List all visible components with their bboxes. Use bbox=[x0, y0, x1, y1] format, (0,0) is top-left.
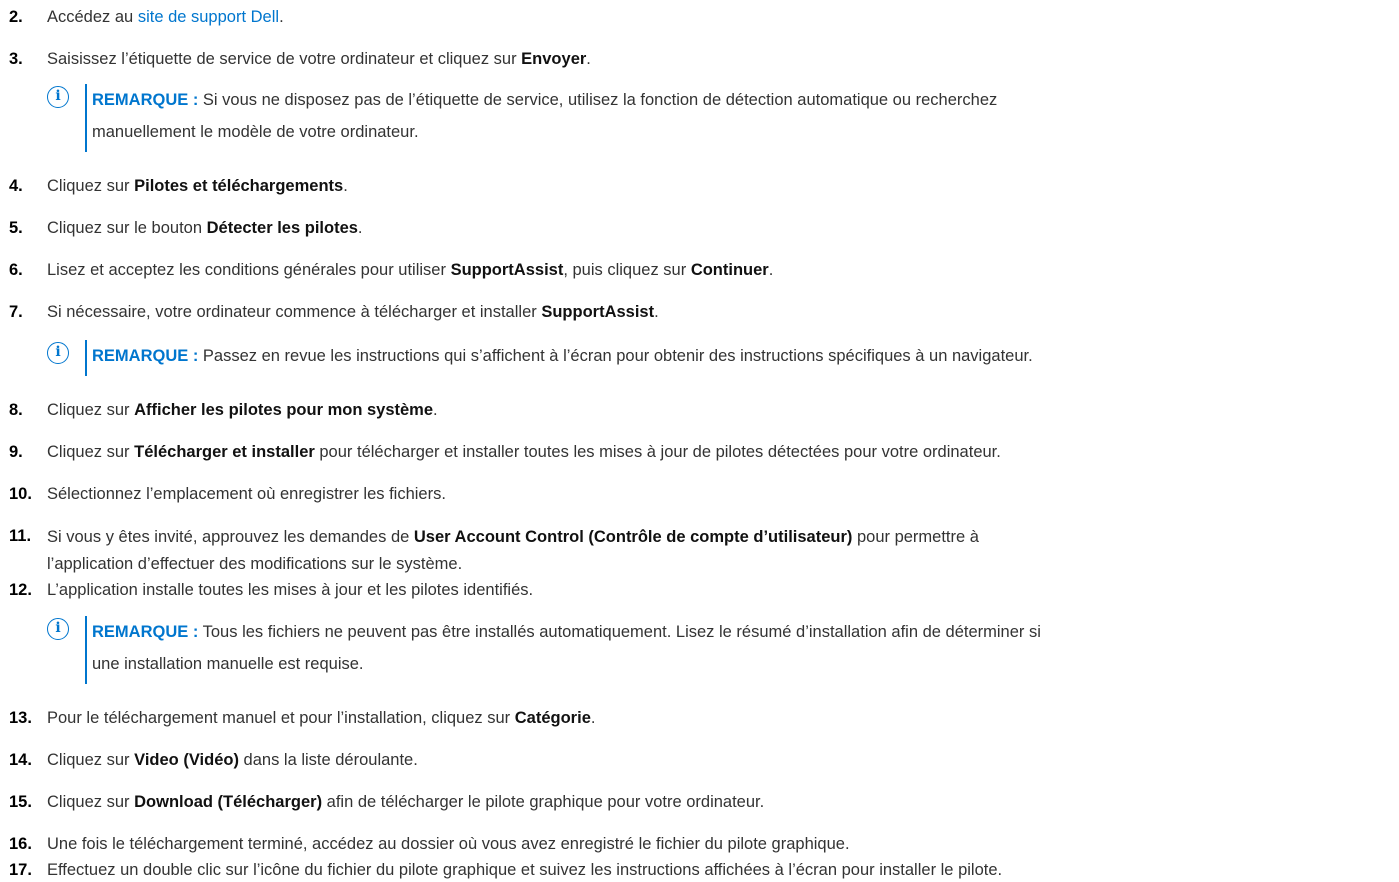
note-bar bbox=[85, 84, 87, 152]
dell-support-link[interactable]: site de support Dell bbox=[138, 8, 279, 26]
step-text: Cliquez sur Download (Télécharger) afin … bbox=[47, 793, 765, 811]
step-number: 3. bbox=[9, 50, 23, 68]
note-label: REMARQUE : bbox=[92, 91, 199, 109]
note-body: REMARQUE : Passez en revue les instructi… bbox=[92, 347, 1033, 365]
step-number: 5. bbox=[9, 219, 23, 237]
step-text: Lisez et acceptez les conditions général… bbox=[47, 261, 774, 279]
step-text: Cliquez sur le bouton Détecter les pilot… bbox=[47, 219, 363, 237]
step-text: Si vous y êtes invité, approuvez les dem… bbox=[47, 528, 979, 573]
note-label: REMARQUE : bbox=[92, 623, 199, 641]
step-text: Cliquez sur Video (Vidéo) dans la liste … bbox=[47, 751, 418, 769]
note-bar bbox=[85, 340, 87, 376]
step-text: Saisissez l’étiquette de service de votr… bbox=[47, 50, 591, 68]
step-text: L’application installe toutes les mises … bbox=[47, 581, 534, 599]
step-number: 12. bbox=[9, 581, 32, 599]
note-body: REMARQUE : Si vous ne disposez pas de l’… bbox=[92, 91, 998, 141]
step-number: 16. bbox=[9, 835, 32, 853]
note-bar bbox=[85, 616, 87, 684]
step-number: 10. bbox=[9, 485, 32, 503]
step-number: 6. bbox=[9, 261, 23, 279]
step-number: 14. bbox=[9, 751, 32, 769]
step-text: Une fois le téléchargement terminé, accé… bbox=[47, 835, 850, 853]
note-label: REMARQUE : bbox=[92, 347, 199, 365]
step-text: Pour le téléchargement manuel et pour l’… bbox=[47, 709, 596, 727]
step-text: Effectuez un double clic sur l’icône du … bbox=[47, 861, 1003, 879]
info-icon: i bbox=[47, 86, 69, 108]
step-number: 13. bbox=[9, 709, 32, 727]
step-text: Accédez au site de support Dell. bbox=[47, 8, 284, 26]
note-browser: i REMARQUE : Passez en revue les instruc… bbox=[47, 340, 1399, 376]
note-body: REMARQUE : Tous les fichiers ne peuvent … bbox=[92, 623, 1041, 673]
step-11: 11. Si vous y êtes invité, approuvez les… bbox=[9, 524, 1399, 576]
step-number: 17. bbox=[9, 861, 32, 879]
step-number: 4. bbox=[9, 177, 23, 195]
step-text: Sélectionnez l’emplacement où enregistre… bbox=[47, 485, 446, 503]
info-icon: i bbox=[47, 618, 69, 640]
step-number: 11. bbox=[9, 527, 32, 545]
step-number: 15. bbox=[9, 793, 32, 811]
step-text: Cliquez sur Afficher les pilotes pour mo… bbox=[47, 401, 438, 419]
step-number: 7. bbox=[9, 303, 23, 321]
info-icon: i bbox=[47, 342, 69, 364]
step-number: 2. bbox=[9, 8, 23, 26]
step-number: 8. bbox=[9, 401, 23, 419]
note-manual-install: i REMARQUE : Tous les fichiers ne peuven… bbox=[47, 616, 1399, 684]
step-text: Cliquez sur Pilotes et téléchargements. bbox=[47, 177, 348, 195]
step-text: Cliquez sur Télécharger et installer pou… bbox=[47, 443, 1001, 461]
note-service-tag: i REMARQUE : Si vous ne disposez pas de … bbox=[47, 84, 1399, 152]
step-number: 9. bbox=[9, 443, 23, 461]
step-text: Si nécessaire, votre ordinateur commence… bbox=[47, 303, 659, 321]
